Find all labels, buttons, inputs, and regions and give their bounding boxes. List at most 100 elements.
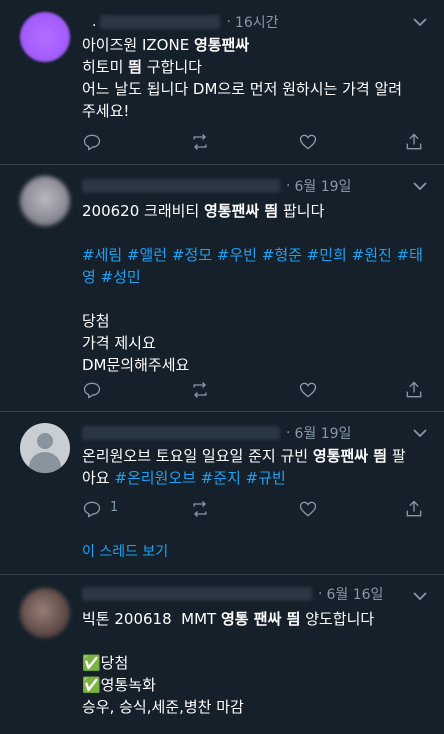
tweet-header: · 6월 19일 (82, 423, 351, 443)
share-button[interactable] (404, 498, 426, 520)
show-thread-link[interactable]: 이 스레드 보기 (82, 541, 168, 561)
avatar[interactable] (20, 12, 70, 62)
tweet-text-line: 가격 제시요 (82, 332, 426, 354)
avatar[interactable] (20, 588, 70, 638)
text-segment: 어느 날도 됩니다 DM으로 먼저 원하시는 가격 알려 (82, 80, 403, 98)
tweet-timestamp[interactable]: 16시간 (235, 12, 279, 32)
like-button[interactable] (298, 131, 320, 153)
avatar-default[interactable] (20, 423, 70, 473)
tweet-text-line (82, 630, 426, 652)
display-name-blurred[interactable] (82, 587, 312, 601)
text-segment: 히토미 (82, 58, 129, 76)
tweet-text-line: DM문의해주세요 (82, 354, 426, 376)
share-button[interactable] (404, 131, 426, 153)
tweet-header: . · 16시간 (82, 12, 278, 32)
hashtag-link[interactable]: #온리원오브 #준지 #규빈 (114, 469, 285, 487)
like-icon (299, 134, 317, 150)
text-segment: 아요 (82, 469, 115, 487)
share-icon (406, 381, 422, 398)
keyword-highlight: 영통팬싸 (193, 36, 250, 54)
tweet-3[interactable]: · 6월 19일 온리원오브 토요일 일요일 준지 규빈 영통팬싸 띔 팔 아요 … (0, 411, 444, 575)
like-button[interactable] (298, 379, 320, 401)
tweet-text-line (82, 288, 426, 310)
chevron-down-icon[interactable] (410, 12, 430, 32)
text-segment: 200620 크래비티 (82, 202, 204, 220)
tweet-text-line: 당첨 (82, 310, 426, 332)
avatar-body (29, 452, 61, 473)
text-segment: 양도합니다 (300, 610, 375, 628)
hashtag-link[interactable]: 영 #성민 (82, 268, 141, 286)
tweet-text-line: 200620 크래비티 영통팬싸 띔 팝니다 (82, 200, 426, 222)
chevron-down-icon[interactable] (410, 176, 430, 196)
hashtag-link[interactable]: #세림 #앨런 #정모 #우빈 #형준 #민희 #원진 #태 (82, 246, 423, 264)
reply-button[interactable] (82, 379, 104, 401)
username-blurred[interactable] (100, 15, 221, 29)
timeline-feed: . · 16시간 아이즈원 IZONE 영통팬싸 히토미 띔 구합니다 어느 날도 … (0, 0, 444, 721)
text-segment: 온리원오브 토요일 일요일 준지 규빈 (82, 447, 313, 465)
tweet-timestamp[interactable]: 6월 16일 (326, 584, 383, 604)
tweet-text-line: 온리원오브 토요일 일요일 준지 규빈 영통팬싸 띔 팔 (82, 445, 426, 467)
text-segment: ✅당첨 (82, 654, 129, 672)
chevron-down-icon[interactable] (410, 423, 430, 443)
tweet-text: 온리원오브 토요일 일요일 준지 규빈 영통팬싸 띔 팔 아요 #온리원오브 #준… (82, 445, 426, 489)
share-button[interactable] (404, 379, 426, 401)
keyword-highlight: 영통 팬싸 띔 (220, 610, 301, 628)
retweet-button[interactable] (190, 379, 212, 401)
tweet-text-line: ✅영통녹화 (82, 674, 426, 696)
keyword-highlight: 띔 (128, 58, 142, 76)
reply-count: 1 (110, 500, 119, 515)
text-segment: 당첨 (82, 312, 110, 330)
like-button[interactable] (298, 498, 320, 520)
tweet-text: 아이즈원 IZONE 영통팬싸 히토미 띔 구합니다 어느 날도 됩니다 DM으로 … (82, 34, 426, 122)
tweet-text-line (82, 222, 426, 244)
tweet-actions (82, 131, 424, 155)
tweet-4[interactable]: · 6월 16일 빅톤 200618 MMT 영통 팬싸 띔 양도합니다 ✅당첨… (0, 574, 444, 734)
reply-button[interactable] (82, 131, 104, 153)
tweet-1[interactable]: . · 16시간 아이즈원 IZONE 영통팬싸 히토미 띔 구합니다 어느 날도 … (0, 0, 444, 165)
tweet-actions: 1 (82, 498, 424, 522)
separator-dot: · (286, 425, 291, 441)
display-name-blurred[interactable] (82, 179, 280, 193)
tweet-text-line: 히토미 띔 구합니다 (82, 56, 426, 78)
tweet-text: 빅톤 200618 MMT 영통 팬싸 띔 양도합니다 ✅당첨 ✅영통녹화승우, … (82, 608, 426, 718)
keyword-highlight: 영통팬싸 띔 (204, 202, 279, 220)
text-segment: 팝니다 (278, 202, 325, 220)
text-segment: ✅영통녹화 (82, 676, 156, 694)
tweet-header: · 6월 16일 (82, 584, 383, 604)
tweet-text-line: 아이즈원 IZONE 영통팬싸 (82, 34, 426, 56)
reply-icon (83, 134, 101, 151)
tweet-text-line: 주세요! (82, 100, 426, 122)
avatar[interactable] (20, 176, 70, 226)
display-name-blurred[interactable] (82, 426, 280, 440)
retweet-button[interactable] (190, 131, 212, 153)
like-icon (299, 501, 317, 517)
retweet-button[interactable] (190, 498, 212, 520)
retweet-icon (193, 382, 207, 398)
avatar-head (37, 433, 53, 449)
tweet-timestamp[interactable]: 6월 19일 (294, 176, 351, 196)
text-segment: 아이즈원 IZONE (82, 36, 194, 54)
reply-icon (83, 382, 101, 399)
like-icon (299, 382, 317, 398)
share-icon (406, 500, 422, 517)
tweet-text-line: 아요 #온리원오브 #준지 #규빈 (82, 467, 426, 489)
tweet-text-line: 승우, 승식,세준,병찬 마감 (82, 696, 426, 718)
tweet-text-line: 어느 날도 됩니다 DM으로 먼저 원하시는 가격 알려 (82, 78, 426, 100)
retweet-icon (193, 134, 207, 150)
tweet-2[interactable]: · 6월 19일 200620 크래비티 영통팬싸 띔 팝니다 #세림 #앨런 … (0, 164, 444, 412)
reply-button[interactable]: 1 (82, 498, 118, 520)
tweet-text-line: 빅톤 200618 MMT 영통 팬싸 띔 양도합니다 (82, 608, 426, 630)
retweet-icon (193, 501, 207, 517)
keyword-highlight: 영통팬싸 띔 (312, 447, 388, 465)
text-segment: 승우, 승식,세준,병찬 마감 (82, 698, 244, 716)
user-handle[interactable]: . (92, 14, 96, 30)
separator-dot: · (226, 14, 231, 30)
text-segment: DM문의해주세요 (82, 356, 190, 374)
tweet-timestamp[interactable]: 6월 19일 (294, 423, 351, 443)
share-icon (406, 133, 422, 150)
display-name-blurred[interactable] (82, 15, 92, 29)
chevron-down-icon[interactable] (410, 586, 430, 606)
text-segment: 가격 제시요 (82, 334, 156, 352)
text-segment: 빅톤 200618 MMT (82, 610, 221, 628)
text-segment: 구합니다 (141, 58, 202, 76)
